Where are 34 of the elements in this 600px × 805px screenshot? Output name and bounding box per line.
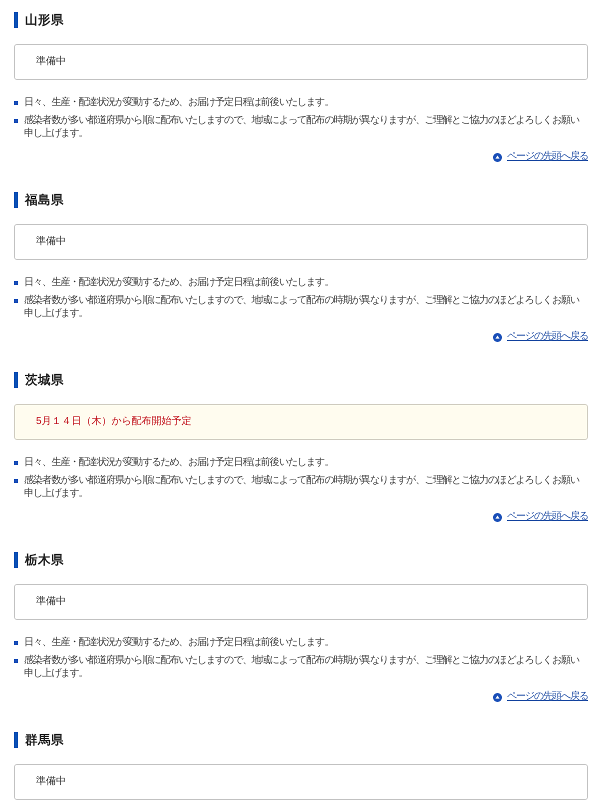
note-text: 感染者数が多い都道府県から順に配布いたしますので、地域によって配布の時期が異なりますが、ご理解とご協力のほどよろしくお願い申し上げます。 (24, 114, 580, 140)
square-bullet-icon (14, 101, 18, 105)
section-heading: 群馬県 (14, 732, 588, 748)
section-heading: 山形県 (14, 12, 588, 28)
square-bullet-icon (14, 461, 18, 465)
status-message: 準備中 (14, 224, 588, 260)
back-to-top-link[interactable]: ページの先頭へ戻る (493, 331, 588, 343)
up-triangle-icon (493, 692, 502, 702)
status-message: 準備中 (14, 764, 588, 800)
square-bullet-icon (14, 659, 18, 663)
square-bullet-icon (14, 299, 18, 303)
note-text: 感染者数が多い都道府県から順に配布いたしますので、地域によって配布の時期が異なりますが、ご理解とご協力のほどよろしくお願い申し上げます。 (24, 474, 580, 500)
square-bullet-icon (14, 641, 18, 645)
back-to-top-link[interactable]: ページの先頭へ戻る (493, 511, 588, 523)
up-triangle-icon (493, 152, 502, 162)
section-heading: 栃木県 (14, 552, 588, 568)
note-text: 感染者数が多い都道府県から順に配布いたしますので、地域によって配布の時期が異なりますが、ご理解とご協力のほどよろしくお願い申し上げます。 (24, 294, 580, 320)
note-text: 日々、生産・配達状況が変動するため、お届け予定日程は前後いたします。 (24, 276, 334, 289)
note-text: 感染者数が多い都道府県から順に配布いたしますので、地域によって配布の時期が異なりますが、ご理解とご協力のほどよろしくお願い申し上げます。 (24, 654, 580, 680)
note-text: 日々、生産・配達状況が変動するため、お届け予定日程は前後いたします。 (24, 456, 334, 469)
section-heading: 茨城県 (14, 372, 588, 388)
square-bullet-icon (14, 281, 18, 285)
up-triangle-icon (493, 332, 502, 342)
note-text: 日々、生産・配達状況が変動するため、お届け予定日程は前後いたします。 (24, 96, 334, 109)
section-heading: 福島県 (14, 192, 588, 208)
note-text: 日々、生産・配達状況が変動するため、お届け予定日程は前後いたします。 (24, 636, 334, 649)
square-bullet-icon (14, 119, 18, 123)
status-message: 準備中 (14, 44, 588, 80)
status-message: 5月１４日（木）から配布開始予定 (14, 404, 588, 440)
back-to-top-link[interactable]: ページの先頭へ戻る (493, 691, 588, 703)
back-to-top-link[interactable]: ページの先頭へ戻る (493, 151, 588, 163)
status-message: 準備中 (14, 584, 588, 620)
up-triangle-icon (493, 512, 502, 522)
square-bullet-icon (14, 479, 18, 483)
